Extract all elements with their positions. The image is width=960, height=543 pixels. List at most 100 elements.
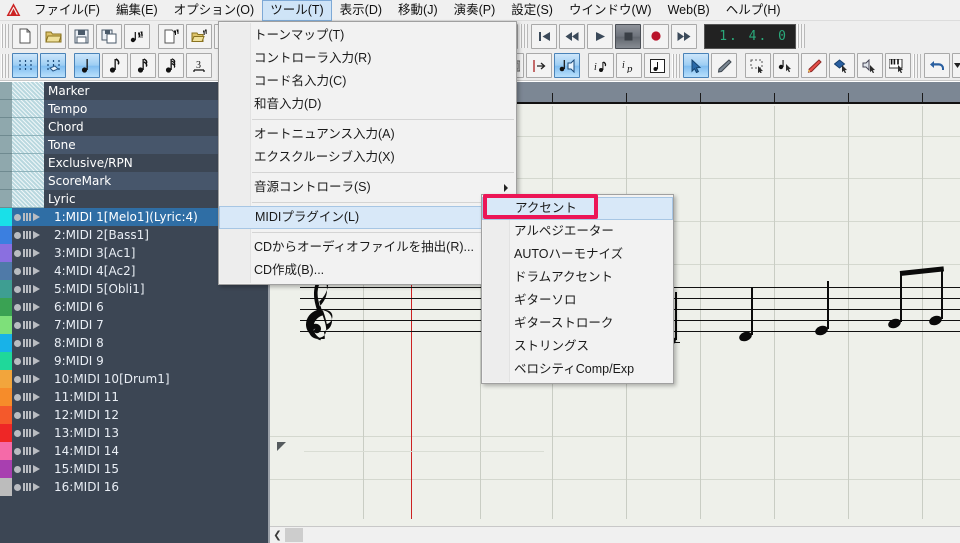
- step-input-icon[interactable]: [526, 53, 552, 78]
- menu-play[interactable]: 演奏(P): [446, 0, 504, 21]
- record-dot-icon[interactable]: [14, 394, 21, 401]
- track-color-swatch[interactable]: [0, 244, 12, 262]
- track-row-midi-13[interactable]: 13:MIDI 13: [0, 424, 268, 442]
- keyboard-tool-icon[interactable]: [885, 53, 911, 78]
- toolbar-grip[interactable]: [1, 24, 9, 48]
- track-color-swatch[interactable]: [0, 370, 12, 388]
- track-color-swatch[interactable]: [0, 334, 12, 352]
- record-dot-icon[interactable]: [14, 268, 21, 275]
- import-midi-icon[interactable]: [124, 24, 150, 49]
- track-controls[interactable]: [12, 298, 50, 316]
- menu-file[interactable]: ファイル(F): [26, 0, 108, 21]
- lcd-grip[interactable]: [797, 24, 805, 48]
- track-row-midi-15[interactable]: 15:MIDI 15: [0, 460, 268, 478]
- track-row-midi-6[interactable]: 6:MIDI 6: [0, 298, 268, 316]
- submenu-item-6[interactable]: ストリングス: [482, 335, 673, 358]
- chevron-left-icon[interactable]: ❮: [270, 528, 285, 543]
- play-triangle-icon[interactable]: [33, 411, 40, 419]
- submenu-item-1[interactable]: アルペジエーター: [482, 220, 673, 243]
- record-dot-icon[interactable]: [14, 412, 21, 419]
- track-row-midi-7[interactable]: 7:MIDI 7: [0, 316, 268, 334]
- play-triangle-icon[interactable]: [33, 375, 40, 383]
- mute-bars-icon[interactable]: [23, 393, 31, 401]
- play-triangle-icon[interactable]: [33, 393, 40, 401]
- track-color-swatch[interactable]: [0, 406, 12, 424]
- menu-window[interactable]: ウインドウ(W): [561, 0, 660, 21]
- horizontal-scrollbar[interactable]: ❮: [270, 526, 960, 543]
- arrow-select-tool-icon[interactable]: [683, 53, 709, 78]
- track-color-swatch[interactable]: [0, 424, 12, 442]
- info-note-icon[interactable]: i: [588, 53, 614, 78]
- menu-item-6[interactable]: 音源コントローラ(S): [219, 176, 516, 199]
- tool-menu-dropdown[interactable]: トーンマップ(T)コントローラ入力(R)コード名入力(C)和音入力(D)オートニ…: [218, 21, 517, 285]
- record-dot-icon[interactable]: [14, 430, 21, 437]
- transport-rewind-icon[interactable]: [559, 24, 585, 49]
- track-controls[interactable]: [12, 388, 50, 406]
- mute-tool-icon[interactable]: [857, 53, 883, 78]
- record-dot-icon[interactable]: [14, 304, 21, 311]
- mute-bars-icon[interactable]: [23, 357, 31, 365]
- track-row-midi-11[interactable]: 11:MIDI 11: [0, 388, 268, 406]
- track-controls[interactable]: [12, 226, 50, 244]
- undo-icon[interactable]: [924, 53, 950, 78]
- mute-bars-icon[interactable]: [23, 339, 31, 347]
- menu-edit[interactable]: 編集(E): [108, 0, 166, 21]
- menu-item-4[interactable]: オートニュアンス入力(A): [219, 123, 516, 146]
- track-controls[interactable]: [12, 406, 50, 424]
- record-dot-icon[interactable]: [14, 340, 21, 347]
- transport-play-icon[interactable]: [587, 24, 613, 49]
- track-row-midi-9[interactable]: 9:MIDI 9: [0, 352, 268, 370]
- menu-item-8[interactable]: CDからオーディオファイルを抽出(R)...: [219, 236, 516, 259]
- track-color-swatch[interactable]: [0, 478, 12, 496]
- record-dot-icon[interactable]: [14, 286, 21, 293]
- track-controls[interactable]: [12, 280, 50, 298]
- track-controls[interactable]: [12, 262, 50, 280]
- track-row-midi-12[interactable]: 12:MIDI 12: [0, 406, 268, 424]
- note-select-icon[interactable]: [773, 53, 799, 78]
- play-triangle-icon[interactable]: [33, 231, 40, 239]
- triplet-icon[interactable]: 3: [186, 53, 212, 78]
- scrollbar-thumb[interactable]: [285, 528, 303, 542]
- record-dot-icon[interactable]: [14, 484, 21, 491]
- menu-jump[interactable]: 移動(J): [390, 0, 446, 21]
- submenu-item-3[interactable]: ドラムアクセント: [482, 266, 673, 289]
- play-triangle-icon[interactable]: [33, 465, 40, 473]
- undo-dropdown-icon[interactable]: [952, 53, 960, 78]
- record-dot-icon[interactable]: [14, 250, 21, 257]
- play-triangle-icon[interactable]: [33, 285, 40, 293]
- menu-view[interactable]: 表示(D): [332, 0, 390, 21]
- midi-plugin-submenu[interactable]: アクセントアルペジエーターAUTOハーモナイズドラムアクセントギターソロギタース…: [481, 194, 674, 384]
- mute-bars-icon[interactable]: [23, 483, 31, 491]
- menu-item-9[interactable]: CD作成(B)...: [219, 259, 516, 282]
- track-controls[interactable]: [12, 316, 50, 334]
- track-controls[interactable]: [12, 460, 50, 478]
- track-controls[interactable]: [12, 442, 50, 460]
- play-triangle-icon[interactable]: [33, 249, 40, 257]
- track-color-swatch[interactable]: [0, 316, 12, 334]
- menu-help[interactable]: ヘルプ(H): [718, 0, 789, 21]
- grid-snap-icon[interactable]: [40, 53, 66, 78]
- audition-speaker-icon[interactable]: [554, 53, 580, 78]
- mute-bars-icon[interactable]: [23, 375, 31, 383]
- play-triangle-icon[interactable]: [33, 483, 40, 491]
- mute-bars-icon[interactable]: [23, 303, 31, 311]
- open-score-icon[interactable]: [186, 24, 212, 49]
- mute-bars-icon[interactable]: [23, 447, 31, 455]
- menu-settings[interactable]: 設定(S): [503, 0, 561, 21]
- track-controls[interactable]: [12, 208, 50, 226]
- track-color-swatch[interactable]: [0, 226, 12, 244]
- mute-bars-icon[interactable]: [23, 231, 31, 239]
- play-triangle-icon[interactable]: [33, 213, 40, 221]
- submenu-item-4[interactable]: ギターソロ: [482, 289, 673, 312]
- record-dot-icon[interactable]: [14, 376, 21, 383]
- play-triangle-icon[interactable]: [33, 339, 40, 347]
- info-dynamics-icon[interactable]: ip: [616, 53, 642, 78]
- menu-item-5[interactable]: エクスクルーシブ入力(X): [219, 146, 516, 169]
- menu-item-1[interactable]: コントローラ入力(R): [219, 47, 516, 70]
- transport-begin-icon[interactable]: [531, 24, 557, 49]
- quarter-note-icon[interactable]: [74, 53, 100, 78]
- transport-stop-icon[interactable]: [615, 24, 641, 49]
- play-triangle-icon[interactable]: [33, 357, 40, 365]
- track-controls[interactable]: [12, 244, 50, 262]
- new-score-icon[interactable]: [158, 24, 184, 49]
